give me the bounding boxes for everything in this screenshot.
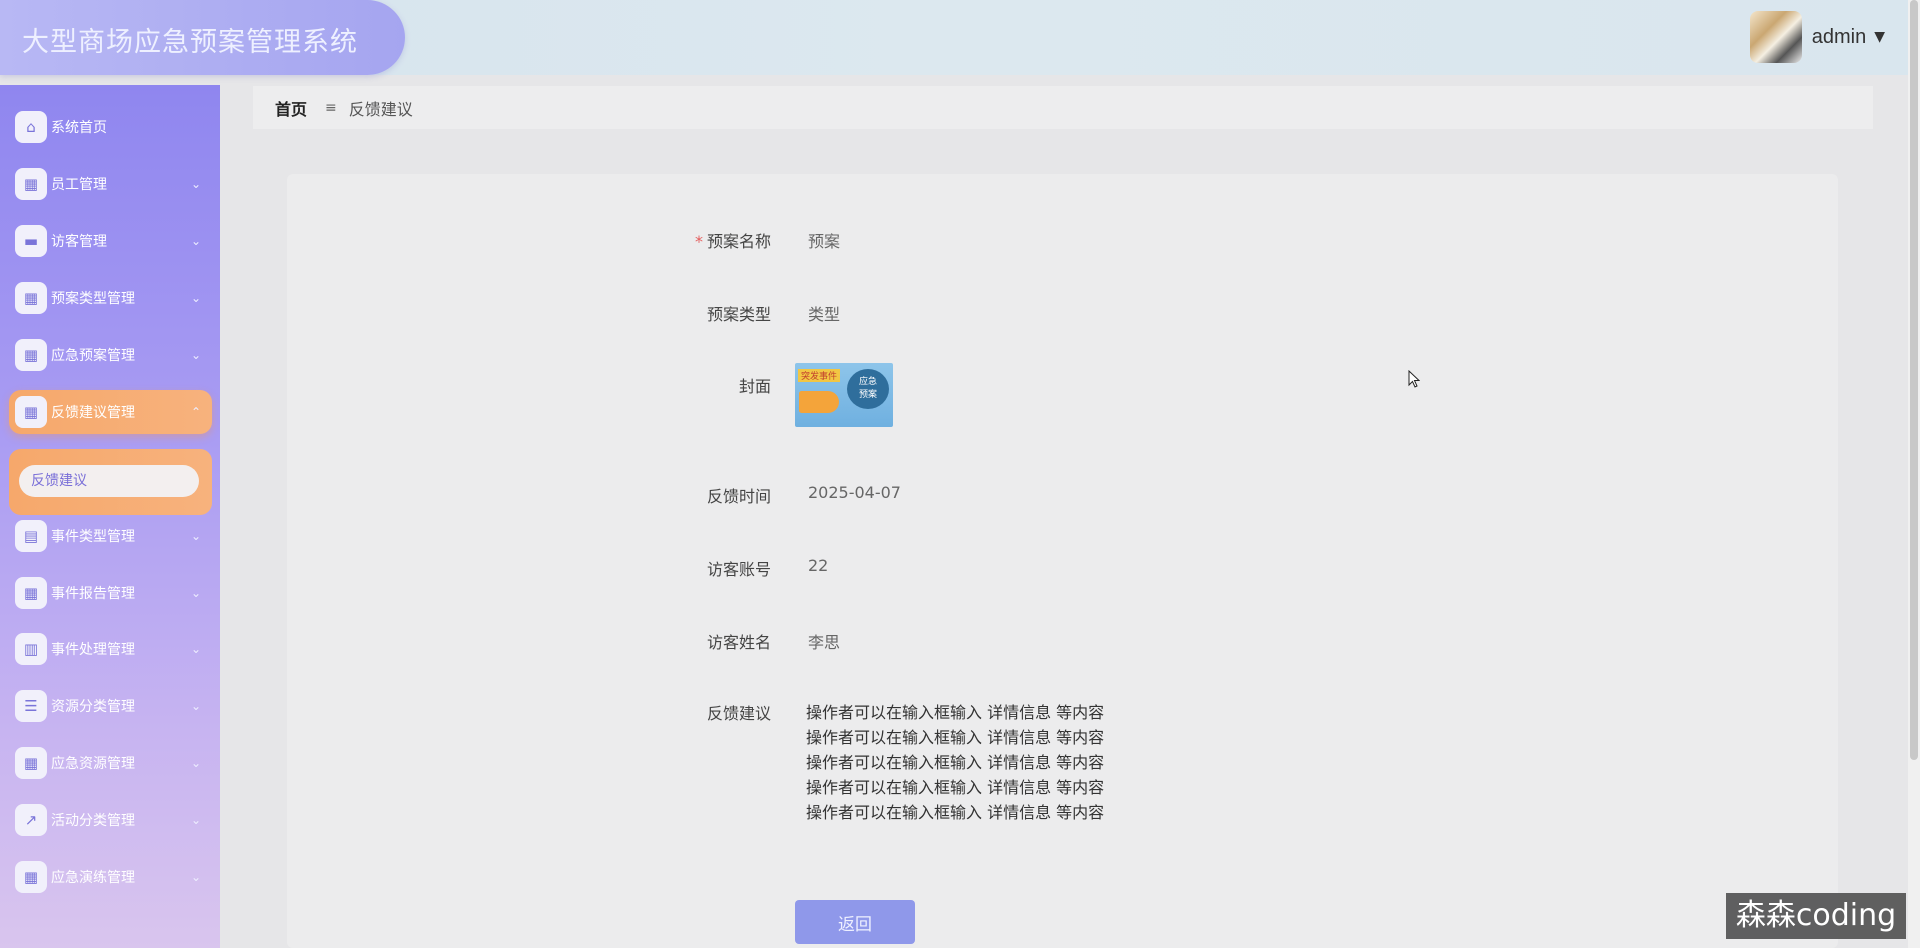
- suggestion-line: 操作者可以在输入框输入 详情信息 等内容: [806, 803, 1105, 822]
- chevron-down-icon[interactable]: ⌄: [186, 699, 206, 713]
- sidebar: ⌂ 系统首页 ▦ 员工管理 ⌄ ▬ 访客管理 ⌄ ▦ 预案类型管理 ⌄ ▦ 应急预案管理 ⌄ ▦ 反馈建议管理…: [0, 85, 220, 948]
- brand-banner: 大型商场应急预案管理系统: [0, 0, 405, 75]
- chevron-down-icon[interactable]: ⌄: [186, 813, 206, 827]
- grid-icon: ▦: [15, 339, 47, 371]
- required-mark: *: [694, 232, 703, 251]
- menu-lines-icon: ≡: [325, 99, 337, 116]
- sidebar-item-8[interactable]: ▥ 事件处理管理 ⌄: [9, 627, 212, 671]
- submenu-feedback: 反馈建议: [9, 449, 212, 515]
- sidebar-item-label: 应急演练管理: [51, 870, 135, 886]
- app-title: 大型商场应急预案管理系统: [22, 27, 358, 58]
- chevron-down-icon[interactable]: ⌄: [186, 529, 206, 543]
- chart-icon: ↗: [15, 804, 47, 836]
- feedback-time-value: 2025-04-07: [808, 483, 901, 502]
- watermark: 森森coding: [1726, 893, 1906, 939]
- feedback-time-label: 反馈时间: [706, 487, 771, 506]
- sidebar-item-6[interactable]: ▤ 事件类型管理 ⌄: [9, 514, 212, 558]
- chevron-down-icon[interactable]: ⌄: [186, 348, 206, 362]
- suggestion-line: 操作者可以在输入框输入 详情信息 等内容: [806, 753, 1105, 772]
- plan-name-label: * 预案名称: [695, 228, 771, 252]
- visitor-name-label: 访客姓名: [706, 633, 771, 652]
- sidebar-item-label: 预案类型管理: [51, 291, 135, 307]
- plan-type-label: 预案类型: [706, 305, 771, 324]
- sidebar-item-2[interactable]: ▬ 访客管理 ⌄: [9, 219, 212, 263]
- briefcase-icon: ▬: [15, 225, 47, 257]
- breadcrumb: 首页 ≡ 反馈建议: [253, 86, 1873, 129]
- visitor-account-label: 访客账号: [706, 560, 771, 579]
- chat-icon: ▤: [15, 520, 47, 552]
- list-icon: ☰: [15, 690, 47, 722]
- cover-tag: 突发事件: [798, 369, 841, 382]
- sidebar-item-11[interactable]: ↗ 活动分类管理 ⌄: [9, 798, 212, 842]
- cover-bubble-line1: 应急: [858, 377, 877, 387]
- sidebar-item-label: 应急资源管理: [51, 756, 135, 772]
- plan-name-value: 预案: [808, 232, 841, 251]
- sidebar-item-label: 事件处理管理: [51, 642, 135, 658]
- sidebar-item-7[interactable]: ▦ 事件报告管理 ⌄: [9, 571, 212, 615]
- submenu-item-feedback[interactable]: 反馈建议: [19, 465, 199, 497]
- clipboard-icon: ▥: [15, 633, 47, 665]
- suggestion-line: 操作者可以在输入框输入 详情信息 等内容: [806, 703, 1105, 722]
- breadcrumb-current: 反馈建议: [348, 99, 413, 119]
- suggestion-line: 操作者可以在输入框输入 详情信息 等内容: [806, 778, 1105, 797]
- avatar[interactable]: [1749, 11, 1802, 63]
- chevron-down-icon[interactable]: ▼: [1874, 29, 1885, 45]
- visitor-account-value: 22: [808, 556, 829, 575]
- user-menu[interactable]: admin ▼: [1749, 10, 1885, 64]
- sidebar-item-4[interactable]: ▦ 应急预案管理 ⌄: [9, 333, 212, 377]
- scrollbar-thumb[interactable]: [1910, 0, 1918, 760]
- grid-icon: ▦: [15, 747, 47, 779]
- breadcrumb-home[interactable]: 首页: [275, 96, 307, 120]
- sidebar-item-9[interactable]: ☰ 资源分类管理 ⌄: [9, 684, 212, 728]
- sidebar-item-3[interactable]: ▦ 预案类型管理 ⌄: [9, 276, 212, 320]
- sidebar-item-label: 应急预案管理: [51, 348, 135, 364]
- chevron-down-icon[interactable]: ⌄: [186, 234, 206, 248]
- detail-card: * 预案名称 预案 预案类型 类型 封面 突发事件 应急 预案 反馈时间 2025…: [287, 174, 1838, 948]
- chevron-up-icon[interactable]: ⌃: [186, 405, 206, 419]
- cover-image[interactable]: 突发事件 应急 预案: [795, 363, 893, 427]
- sidebar-item-1[interactable]: ▦ 员工管理 ⌄: [9, 162, 212, 206]
- sidebar-item-label: 事件类型管理: [51, 529, 135, 545]
- visitor-name-value: 李思: [808, 633, 841, 652]
- home-icon: ⌂: [15, 111, 47, 143]
- grid-icon: ▦: [15, 577, 47, 609]
- plan-name-label-text: 预案名称: [706, 232, 771, 251]
- sidebar-item-label: 事件报告管理: [51, 586, 135, 602]
- chevron-down-icon[interactable]: ⌄: [186, 642, 206, 656]
- chevron-down-icon[interactable]: ⌄: [186, 870, 206, 884]
- cover-bubble: 应急 预案: [847, 369, 889, 409]
- sidebar-item-label: 访客管理: [51, 234, 107, 250]
- cover-label: 封面: [738, 377, 771, 396]
- sidebar-item-5[interactable]: ▦ 反馈建议管理 ⌃: [9, 390, 212, 434]
- suggestion-label: 反馈建议: [706, 704, 771, 723]
- grid-icon: ▦: [15, 861, 47, 893]
- suggestion-text: 操作者可以在输入框输入 详情信息 等内容 操作者可以在输入框输入 详情信息 等内…: [806, 700, 1104, 825]
- chevron-down-icon[interactable]: ⌄: [186, 756, 206, 770]
- megaphone-icon: [799, 391, 839, 413]
- grid-icon: ▦: [15, 168, 47, 200]
- mouse-cursor-icon: [1408, 370, 1420, 388]
- back-button[interactable]: 返回: [795, 900, 915, 944]
- cover-bubble-line2: 预案: [858, 390, 877, 400]
- top-header: 大型商场应急预案管理系统 admin ▼: [0, 0, 1920, 75]
- grid-icon: ▦: [15, 396, 47, 428]
- sidebar-item-12[interactable]: ▦ 应急演练管理 ⌄: [9, 855, 212, 899]
- sidebar-item-0[interactable]: ⌂ 系统首页: [9, 105, 212, 149]
- chevron-down-icon[interactable]: ⌄: [186, 291, 206, 305]
- plan-type-value: 类型: [808, 305, 841, 324]
- sidebar-item-label: 活动分类管理: [51, 813, 135, 829]
- chevron-down-icon[interactable]: ⌄: [186, 586, 206, 600]
- sidebar-item-label: 员工管理: [51, 177, 107, 193]
- chevron-down-icon[interactable]: ⌄: [186, 177, 206, 191]
- sidebar-item-label: 系统首页: [51, 120, 107, 136]
- grid-icon: ▦: [15, 282, 47, 314]
- page-scrollbar[interactable]: [1908, 0, 1920, 948]
- username[interactable]: admin: [1812, 26, 1866, 49]
- suggestion-line: 操作者可以在输入框输入 详情信息 等内容: [806, 728, 1105, 747]
- sidebar-item-label: 资源分类管理: [51, 699, 135, 715]
- sidebar-item-10[interactable]: ▦ 应急资源管理 ⌄: [9, 741, 212, 785]
- sidebar-item-label: 反馈建议管理: [51, 405, 135, 421]
